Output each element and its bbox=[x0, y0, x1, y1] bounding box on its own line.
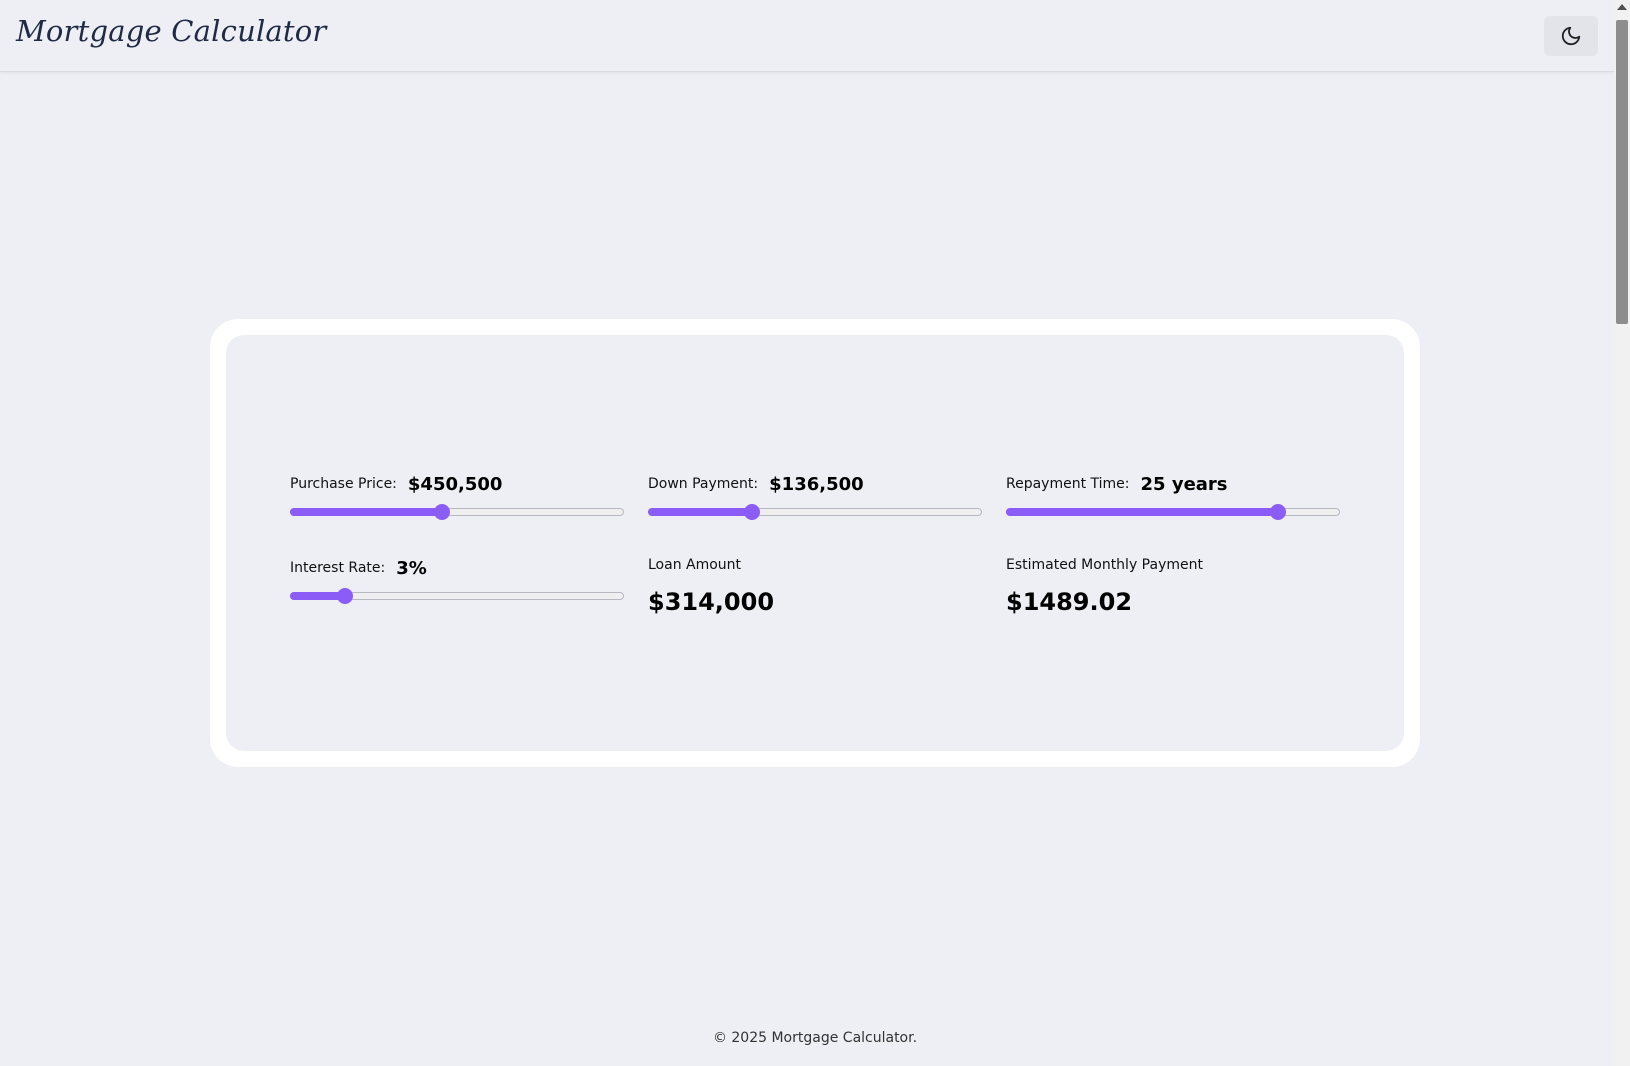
purchase-price-slider[interactable] bbox=[290, 504, 624, 520]
scrollbar-thumb[interactable] bbox=[1616, 20, 1628, 324]
down-payment-field: Down Payment: $136,500 bbox=[648, 470, 982, 520]
interest-rate-slider[interactable] bbox=[290, 588, 624, 604]
monthly-payment-result: Estimated Monthly Payment $1489.02 bbox=[1006, 554, 1340, 616]
loan-amount-label: Loan Amount bbox=[648, 557, 742, 573]
slider-fill bbox=[1006, 508, 1279, 516]
monthly-payment-label: Estimated Monthly Payment bbox=[1006, 557, 1203, 573]
repayment-time-value: 25 years bbox=[1140, 473, 1228, 495]
purchase-price-value: $450,500 bbox=[407, 473, 503, 495]
down-payment-label: Down Payment: bbox=[648, 476, 759, 492]
monthly-payment-value: $1489.02 bbox=[1006, 588, 1133, 616]
repayment-time-field: Repayment Time: 25 years bbox=[1006, 470, 1340, 520]
purchase-price-label: Purchase Price: bbox=[290, 476, 397, 492]
repayment-time-slider[interactable] bbox=[1006, 504, 1340, 520]
down-payment-value: $136,500 bbox=[769, 473, 864, 495]
purchase-price-field: Purchase Price: $450,500 bbox=[290, 470, 624, 520]
page: Mortgage Calculator Purchase Price: $450… bbox=[0, 0, 1630, 1066]
slider-thumb[interactable] bbox=[743, 504, 760, 520]
theme-toggle-button[interactable] bbox=[1544, 16, 1598, 56]
slider-fill bbox=[648, 508, 752, 516]
slider-thumb[interactable] bbox=[337, 588, 354, 604]
down-payment-slider[interactable] bbox=[648, 504, 982, 520]
slider-thumb[interactable] bbox=[433, 504, 450, 520]
repayment-time-label: Repayment Time: bbox=[1006, 476, 1130, 492]
moon-icon bbox=[1561, 26, 1581, 46]
vertical-scrollbar[interactable] bbox=[1614, 0, 1630, 1066]
loan-amount-result: Loan Amount $314,000 bbox=[648, 554, 982, 616]
navbar: Mortgage Calculator bbox=[0, 0, 1614, 72]
interest-rate-field: Interest Rate: 3% bbox=[290, 554, 624, 604]
app-title[interactable]: Mortgage Calculator bbox=[16, 14, 326, 48]
loan-amount-value: $314,000 bbox=[648, 588, 775, 616]
interest-rate-value: 3% bbox=[396, 557, 427, 579]
slider-fill bbox=[290, 508, 442, 516]
calculator-card: Purchase Price: $450,500 Down Payment: $… bbox=[210, 319, 1420, 767]
slider-thumb[interactable] bbox=[1270, 504, 1287, 520]
interest-rate-label: Interest Rate: bbox=[290, 560, 386, 576]
footer-copyright: © 2025 Mortgage Calculator. bbox=[712, 1030, 918, 1046]
scroll-up-arrow-icon[interactable] bbox=[1617, 4, 1627, 10]
calculator-card-inner: Purchase Price: $450,500 Down Payment: $… bbox=[226, 335, 1404, 751]
